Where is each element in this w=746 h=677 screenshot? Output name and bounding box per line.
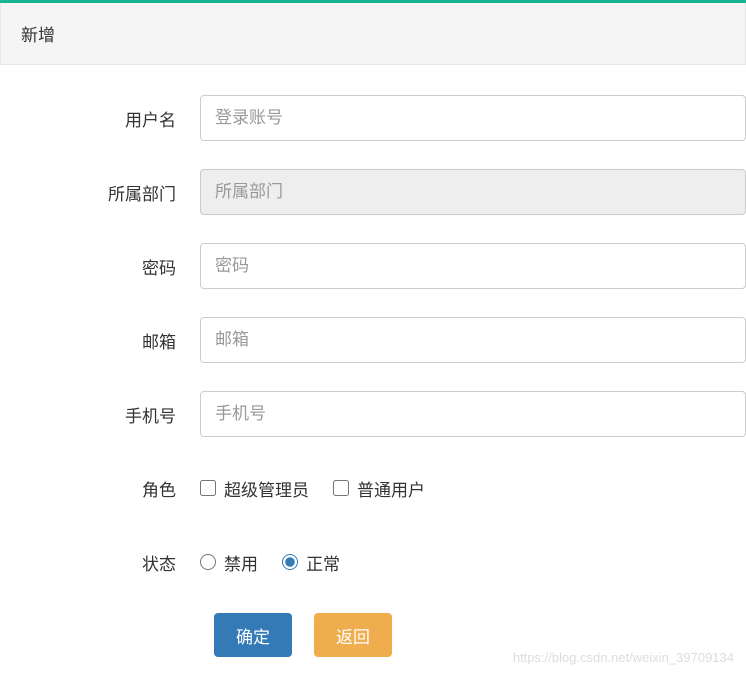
watermark: https://blog.csdn.net/weixin_39709134 [513, 650, 734, 665]
status-radio-group: 禁用 正常 [200, 539, 746, 585]
form-row-phone: 手机号 [0, 391, 746, 437]
form-row-department: 所属部门 [0, 169, 746, 215]
form-row-email: 邮箱 [0, 317, 746, 363]
status-radio-normal[interactable]: 正常 [282, 550, 340, 575]
phone-input[interactable] [200, 391, 746, 437]
role-checkbox-superadmin[interactable]: 超级管理员 [200, 476, 309, 501]
username-label: 用户名 [0, 106, 200, 131]
role-checkbox-normaluser-input[interactable] [333, 480, 349, 496]
email-input[interactable] [200, 317, 746, 363]
page-title: 新增 [21, 26, 55, 45]
phone-label: 手机号 [0, 402, 200, 427]
status-radio-disabled-label: 禁用 [224, 550, 258, 575]
department-label: 所属部门 [0, 180, 200, 205]
role-checkbox-superadmin-label: 超级管理员 [224, 476, 309, 501]
status-radio-disabled[interactable]: 禁用 [200, 550, 258, 575]
role-checkbox-normaluser-label: 普通用户 [357, 476, 425, 501]
status-radio-normal-input[interactable] [282, 554, 298, 570]
role-label: 角色 [0, 476, 200, 501]
password-input[interactable] [200, 243, 746, 289]
form-row-password: 密码 [0, 243, 746, 289]
status-radio-disabled-input[interactable] [200, 554, 216, 570]
back-button[interactable]: 返回 [314, 613, 392, 657]
status-radio-normal-label: 正常 [306, 550, 340, 575]
status-label: 状态 [0, 550, 200, 575]
username-input[interactable] [200, 95, 746, 141]
role-checkbox-superadmin-input[interactable] [200, 480, 216, 496]
email-label: 邮箱 [0, 328, 200, 353]
form-row-status: 状态 禁用 正常 [0, 539, 746, 585]
form-row-username: 用户名 [0, 95, 746, 141]
confirm-button[interactable]: 确定 [214, 613, 292, 657]
form-row-role: 角色 超级管理员 普通用户 [0, 465, 746, 511]
password-label: 密码 [0, 254, 200, 279]
department-input[interactable] [200, 169, 746, 215]
role-checkbox-group: 超级管理员 普通用户 [200, 465, 746, 511]
role-checkbox-normaluser[interactable]: 普通用户 [333, 476, 425, 501]
form-container: 用户名 所属部门 密码 邮箱 手机号 角色 [0, 65, 746, 657]
page-header: 新增 [0, 3, 746, 65]
